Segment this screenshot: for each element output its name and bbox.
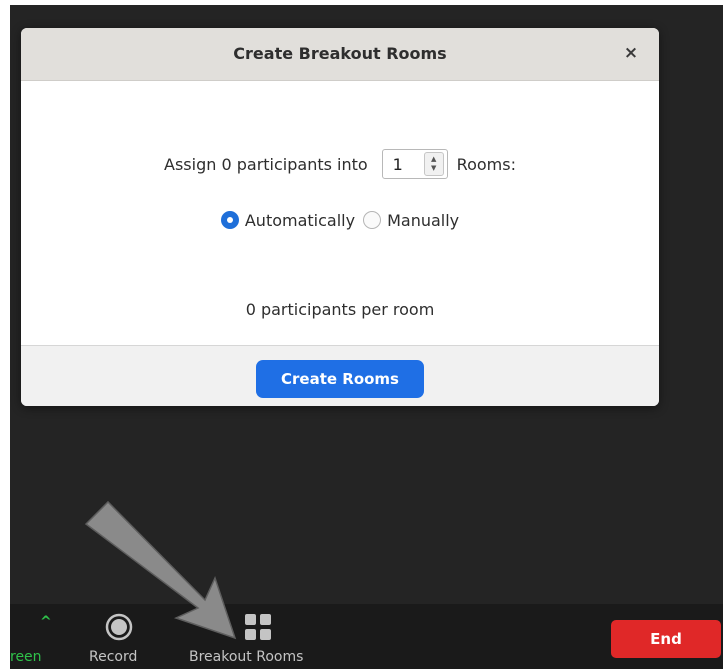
radio-manually-label[interactable]: Manually [387, 211, 459, 230]
meeting-toolbar: ^ reen Record Breakout Rooms End [10, 604, 723, 669]
breakout-rooms-icon [245, 614, 271, 640]
radio-automatically[interactable]: Automatically [220, 211, 355, 230]
share-chevron-up-icon[interactable]: ^ [40, 614, 52, 630]
record-icon [105, 613, 133, 641]
record-button[interactable]: Record [85, 604, 155, 669]
radio-automatically-label[interactable]: Automatically [245, 211, 355, 230]
share-screen-button[interactable]: ^ reen [10, 604, 70, 669]
participants-per-room-text: 0 participants per room [245, 300, 435, 319]
end-meeting-button[interactable]: End [611, 620, 721, 658]
radio-automatically-button[interactable] [220, 211, 239, 229]
breakout-rooms-label: Breakout Rooms [189, 649, 304, 665]
create-rooms-button[interactable]: Create Rooms [256, 360, 424, 398]
radio-manually[interactable]: Manually [363, 211, 459, 230]
rooms-count-stepper[interactable]: 1 ▲ ▼ [381, 149, 448, 179]
share-screen-label: reen [10, 649, 42, 665]
radio-manually-button[interactable] [363, 211, 382, 229]
assign-row: Assign 0 participants into 1 ▲ ▼ Rooms: [21, 148, 659, 180]
dialog-titlebar: Create Breakout Rooms × [21, 28, 659, 81]
assign-prefix-label: Assign 0 participants into [164, 154, 368, 174]
increment-arrow-icon[interactable]: ▲ [431, 155, 436, 164]
dialog-title: Create Breakout Rooms [233, 44, 447, 63]
breakout-rooms-button[interactable]: Breakout Rooms [185, 604, 335, 669]
record-label: Record [89, 649, 138, 665]
decrement-arrow-icon[interactable]: ▼ [431, 164, 436, 173]
breakout-rooms-dialog: Create Breakout Rooms × Assign 0 partici… [21, 28, 659, 406]
dialog-footer: Create Rooms [21, 345, 659, 406]
assignment-mode-group: Automatically Manually [21, 206, 659, 234]
rooms-suffix-label: Rooms: [456, 154, 516, 174]
rooms-count-value[interactable]: 1 [383, 155, 424, 174]
close-icon[interactable]: × [621, 42, 641, 64]
stepper-arrows[interactable]: ▲ ▼ [423, 152, 444, 176]
